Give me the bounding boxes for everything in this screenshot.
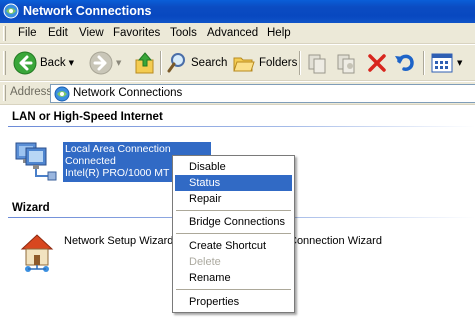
back-label: Back — [40, 57, 66, 69]
window-title: Network Connections — [23, 4, 152, 18]
forward-arrow-icon — [89, 51, 113, 75]
menu-help[interactable]: Help — [267, 27, 291, 39]
toolbar-separator — [299, 51, 301, 75]
address-bar-grip[interactable] — [3, 85, 6, 101]
menu-bar-grip[interactable] — [3, 26, 6, 41]
views-dropdown-icon[interactable]: ▼ — [457, 59, 462, 67]
context-menu-separator — [176, 233, 291, 234]
title-bar[interactable]: Network Connections — [0, 0, 475, 23]
address-value[interactable]: Network Connections — [73, 87, 182, 99]
menu-bar: File Edit View Favorites Tools Advanced … — [0, 23, 475, 44]
network-connections-icon — [3, 3, 19, 19]
group-title-lan: LAN or High-Speed Internet — [12, 111, 163, 123]
context-menu-rename[interactable]: Rename — [175, 270, 292, 286]
context-menu-repair[interactable]: Repair — [175, 191, 292, 207]
network-setup-wizard-label[interactable]: Network Setup Wizard — [64, 235, 173, 247]
toolbar-grip[interactable] — [3, 51, 6, 75]
toolbar: Back ▼ ▼ Search Folders ▼ — [0, 45, 475, 81]
back-dropdown-icon[interactable]: ▼ — [69, 59, 74, 67]
menu-favorites[interactable]: Favorites — [113, 27, 160, 39]
network-setup-wizard-icon[interactable] — [18, 231, 58, 275]
forward-dropdown-icon[interactable]: ▼ — [116, 59, 121, 67]
context-menu-bridge-connections[interactable]: Bridge Connections — [175, 214, 292, 230]
up-button[interactable] — [134, 51, 156, 75]
copy-to-button[interactable] — [335, 51, 357, 75]
forward-button[interactable]: ▼ — [89, 51, 121, 75]
back-arrow-icon — [13, 51, 37, 75]
up-folder-icon — [135, 52, 154, 74]
search-button[interactable]: Search — [166, 51, 227, 75]
views-icon — [431, 53, 453, 73]
toolbar-separator — [160, 51, 162, 75]
delete-button[interactable] — [366, 51, 388, 75]
search-label: Search — [191, 57, 228, 69]
folders-icon — [233, 57, 255, 72]
connection-status: Connected — [65, 155, 116, 167]
address-bar: Address Network Connections — [0, 82, 475, 105]
move-to-icon — [308, 54, 326, 74]
context-menu-separator — [176, 210, 291, 211]
lan-connection-icon[interactable] — [14, 140, 58, 182]
menu-advanced[interactable]: Advanced — [207, 27, 258, 39]
connection-name: Local Area Connection — [65, 143, 171, 155]
delete-x-icon — [368, 54, 386, 72]
undo-icon — [395, 54, 414, 71]
search-icon — [167, 53, 185, 73]
views-button[interactable]: ▼ — [430, 51, 462, 75]
context-menu-properties[interactable]: Properties — [175, 294, 292, 310]
menu-edit[interactable]: Edit — [48, 27, 68, 39]
undo-button[interactable] — [394, 51, 416, 75]
context-menu-status[interactable]: Status — [175, 175, 292, 191]
context-menu-separator — [176, 289, 291, 290]
new-connection-wizard-label[interactable]: Connection Wizard — [289, 235, 382, 247]
address-label: Address — [10, 86, 53, 98]
connection-device: Intel(R) PRO/1000 MT N — [65, 167, 180, 179]
toolbar-separator — [423, 51, 425, 75]
address-field[interactable]: Network Connections — [50, 84, 475, 103]
menu-tools[interactable]: Tools — [170, 27, 197, 39]
group-divider — [8, 126, 475, 127]
context-menu-delete: Delete — [189, 256, 221, 268]
menu-view[interactable]: View — [79, 27, 104, 39]
network-connections-icon — [54, 86, 70, 102]
folders-button[interactable]: Folders — [232, 51, 297, 75]
context-menu-create-shortcut[interactable]: Create Shortcut — [175, 238, 292, 254]
group-title-wizard: Wizard — [12, 202, 50, 214]
network-connections-window: Network Connections File Edit View Favor… — [0, 0, 475, 320]
context-menu-disable[interactable]: Disable — [175, 159, 292, 175]
move-to-button[interactable] — [306, 51, 328, 75]
copy-to-icon — [337, 54, 355, 74]
folders-label: Folders — [259, 57, 298, 69]
back-button[interactable]: Back ▼ — [13, 51, 74, 75]
menu-file[interactable]: File — [18, 27, 37, 39]
context-menu: Disable Status Repair Bridge Connections… — [172, 155, 295, 313]
